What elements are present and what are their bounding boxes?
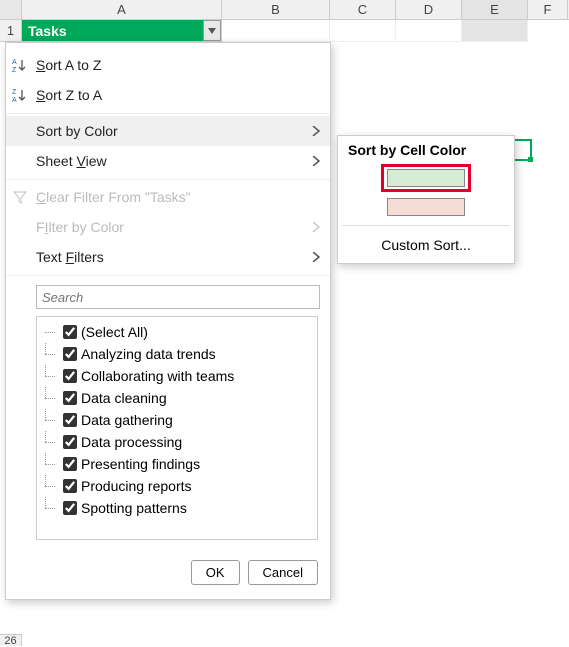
sort-az-icon: AZ [11, 56, 29, 74]
column-headers-row: A B C D E F [0, 0, 569, 20]
filter-by-color-label: FIlter by Color [36, 219, 124, 235]
filter-dropdown-menu: AZ Sort A to Z ZA Sort Z to A Sort by Co… [5, 42, 331, 600]
tree-item[interactable]: Collaborating with teams [41, 365, 313, 387]
checkbox[interactable] [63, 391, 77, 405]
tree-label: Data cleaning [81, 390, 167, 406]
sort-by-color-item[interactable]: Sort by Color [6, 116, 330, 146]
cell-A1[interactable]: Tasks [22, 20, 222, 42]
col-header-D[interactable]: D [396, 0, 462, 19]
custom-sort-item[interactable]: Custom Sort... [338, 232, 514, 259]
col-header-C[interactable]: C [330, 0, 396, 19]
text-filters-label: Text Filters [36, 249, 104, 265]
sort-by-color-submenu: Sort by Cell Color Custom Sort... [337, 135, 515, 264]
text-filters-item[interactable]: Text Filters [6, 242, 330, 276]
col-header-E[interactable]: E [462, 0, 528, 19]
filter-value-tree[interactable]: (Select All) Analyzing data trends Colla… [36, 316, 318, 540]
checkbox[interactable] [63, 347, 77, 361]
dialog-buttons: OK Cancel [6, 550, 330, 599]
row-header-bottom[interactable]: 26 [0, 634, 22, 646]
search-wrap [6, 278, 330, 316]
checkbox[interactable] [63, 457, 77, 471]
tree-label: Producing reports [81, 478, 192, 494]
checkbox[interactable] [63, 435, 77, 449]
checkbox[interactable] [63, 369, 77, 383]
tree-item-select-all[interactable]: (Select All) [41, 321, 313, 343]
checkbox[interactable] [63, 501, 77, 515]
highlight-annotation [381, 164, 471, 192]
color-swatch-pink[interactable] [387, 198, 465, 216]
col-header-B[interactable]: B [222, 0, 330, 19]
tree-label: Data processing [81, 434, 182, 450]
color-swatch-green[interactable] [387, 169, 465, 187]
sort-az-label: Sort A to Z [36, 57, 101, 73]
cancel-button[interactable]: Cancel [248, 560, 318, 585]
submenu-title: Sort by Cell Color [338, 136, 514, 161]
svg-text:A: A [12, 97, 17, 103]
swatch-row-pink [338, 195, 514, 219]
checkbox[interactable] [63, 325, 77, 339]
swatch-row-green [338, 161, 514, 195]
checkbox[interactable] [63, 413, 77, 427]
sort-za-label: Sort Z to A [36, 87, 102, 103]
sort-by-color-label: Sort by Color [36, 123, 118, 139]
tree-item[interactable]: Presenting findings [41, 453, 313, 475]
chevron-right-icon [312, 123, 320, 139]
filter-by-color-item: FIlter by Color [6, 212, 330, 242]
tree-label: Spotting patterns [81, 500, 187, 516]
submenu-separator [342, 225, 510, 226]
sort-az-item[interactable]: AZ Sort A to Z [6, 47, 330, 80]
tree-label: Data gathering [81, 412, 173, 428]
chevron-right-icon [312, 219, 320, 235]
grid-row-1: 1 Tasks [0, 20, 569, 42]
clear-filter-item: Clear Filter From "Tasks" [6, 182, 330, 212]
cell-A1-text: Tasks [28, 23, 67, 39]
ok-button[interactable]: OK [191, 560, 240, 585]
checkbox[interactable] [63, 479, 77, 493]
sort-za-item[interactable]: ZA Sort Z to A [6, 80, 330, 114]
tree-item[interactable]: Data processing [41, 431, 313, 453]
chevron-down-icon [208, 28, 216, 34]
cell-D1[interactable] [396, 20, 462, 42]
chevron-right-icon [312, 153, 320, 169]
cell-C1[interactable] [330, 20, 396, 42]
tree-item[interactable]: Analyzing data trends [41, 343, 313, 365]
row-header-1[interactable]: 1 [0, 20, 22, 42]
sheet-view-label: Sheet View [36, 153, 107, 169]
tree-label: Analyzing data trends [81, 346, 216, 362]
tree-item[interactable]: Data cleaning [41, 387, 313, 409]
svg-text:Z: Z [12, 67, 17, 73]
cell-B1[interactable] [222, 20, 330, 42]
col-header-F[interactable]: F [528, 0, 568, 19]
select-all-corner[interactable] [0, 0, 22, 19]
clear-filter-label: Clear Filter From "Tasks" [36, 189, 191, 205]
sort-za-icon: ZA [11, 86, 29, 104]
tree-item[interactable]: Producing reports [41, 475, 313, 497]
tree-item[interactable]: Spotting patterns [41, 497, 313, 519]
search-input[interactable] [36, 285, 320, 309]
tree-label: Collaborating with teams [81, 368, 234, 384]
tree-item[interactable]: Data gathering [41, 409, 313, 431]
tree-label: (Select All) [81, 324, 148, 340]
cell-E1[interactable] [462, 20, 528, 42]
chevron-right-icon [312, 249, 320, 265]
filter-dropdown-button[interactable] [203, 20, 221, 41]
svg-text:A: A [12, 59, 17, 66]
col-header-A[interactable]: A [22, 0, 222, 19]
tree-label: Presenting findings [81, 456, 200, 472]
svg-text:Z: Z [12, 89, 17, 96]
sheet-view-item[interactable]: Sheet View [6, 146, 330, 180]
clear-filter-icon [11, 188, 29, 206]
